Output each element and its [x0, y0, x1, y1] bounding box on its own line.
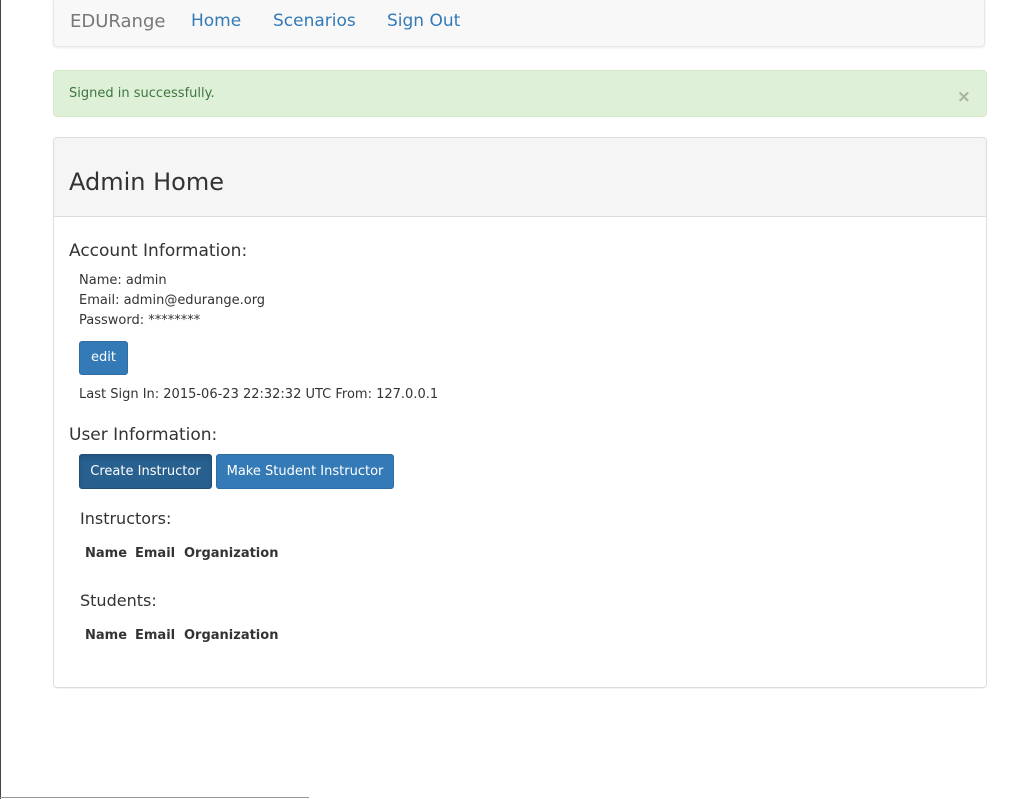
panel-heading: Admin Home: [54, 138, 986, 217]
success-alert: Signed in successfully. ×: [53, 70, 987, 117]
instructors-col-organization: Organization: [184, 546, 279, 561]
user-info-heading: User Information:: [69, 425, 218, 445]
window-bottom-border: [0, 797, 309, 798]
last-sign-in: Last Sign In: 2015-06-23 22:32:32 UTC Fr…: [79, 387, 439, 402]
alert-close-icon[interactable]: ×: [957, 89, 971, 106]
navbar: EDURange Home Scenarios Sign Out: [53, 0, 985, 47]
students-col-name: Name: [85, 628, 128, 643]
window-left-border: [0, 0, 1, 799]
account-email: Email: admin@edurange.org: [79, 293, 266, 308]
brand-link[interactable]: EDURange: [70, 11, 165, 32]
nav-scenarios-link[interactable]: Scenarios: [273, 11, 356, 31]
account-info-heading: Account Information:: [69, 241, 248, 261]
instructors-col-email: Email: [135, 546, 176, 561]
students-heading: Students:: [80, 591, 157, 610]
page-title: Admin Home: [69, 168, 224, 196]
nav-sign-out-link[interactable]: Sign Out: [387, 11, 460, 31]
alert-message: Signed in successfully.: [69, 86, 215, 101]
account-name: Name: admin: [79, 273, 167, 288]
students-col-organization: Organization: [184, 628, 279, 643]
admin-panel: Admin Home Account Information: Name: ad…: [53, 137, 987, 688]
nav-home-link[interactable]: Home: [191, 11, 241, 31]
account-password: Password: ********: [79, 313, 201, 328]
students-col-email: Email: [135, 628, 176, 643]
make-student-instructor-button[interactable]: Make Student Instructor: [216, 454, 394, 489]
instructors-heading: Instructors:: [80, 509, 172, 528]
instructors-col-name: Name: [85, 546, 128, 561]
create-instructor-button[interactable]: Create Instructor: [79, 454, 212, 489]
edit-account-button[interactable]: edit: [79, 341, 128, 375]
